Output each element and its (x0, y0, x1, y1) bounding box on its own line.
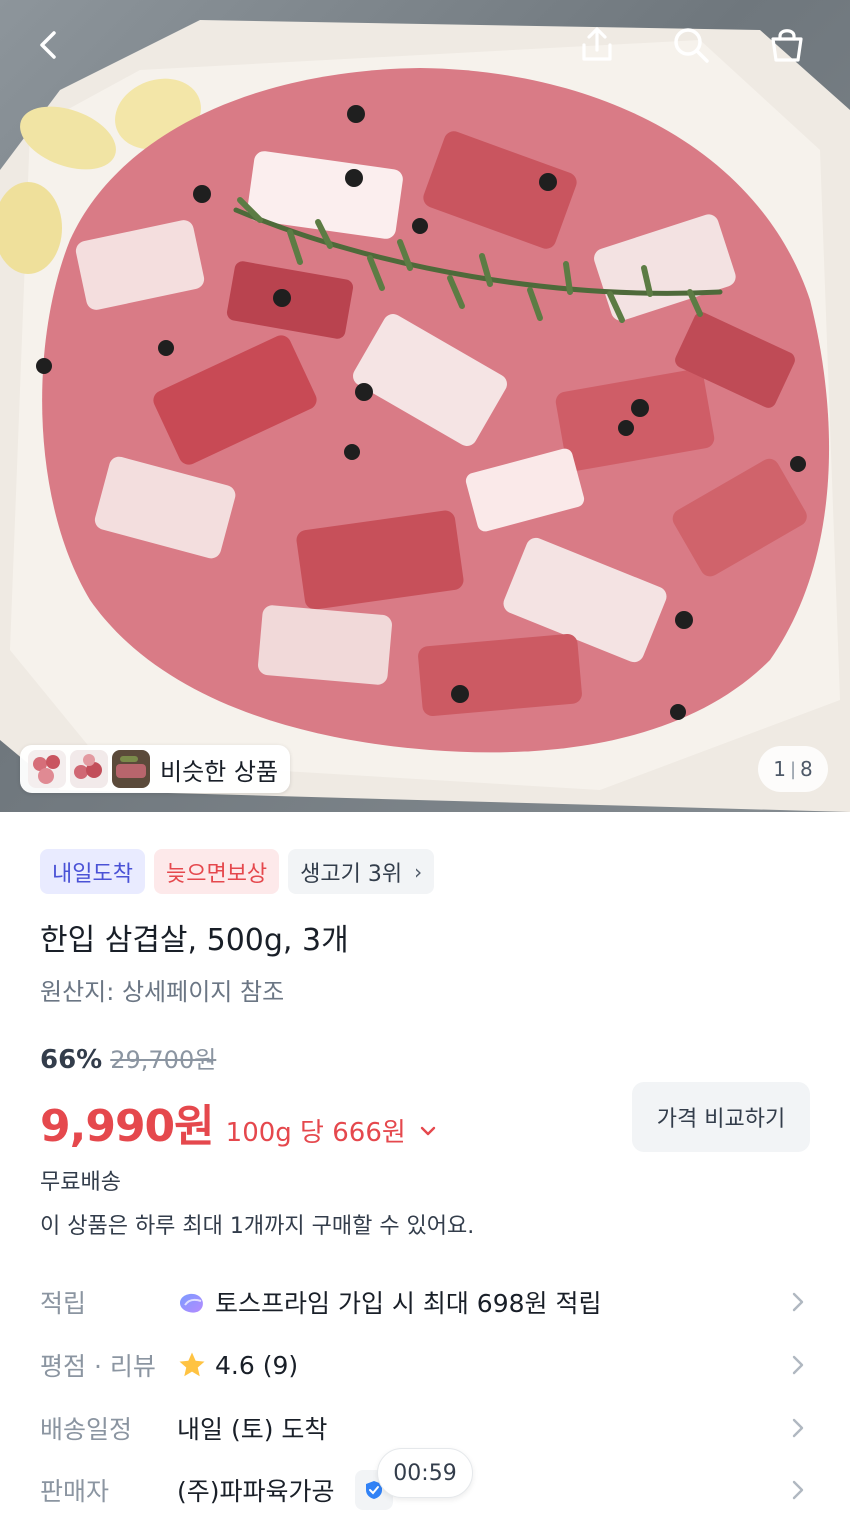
back-button[interactable] (22, 18, 76, 72)
share-button[interactable] (570, 18, 624, 72)
badge-tomorrow-delivery: 내일도착 (40, 849, 145, 894)
seller-name: (주)파파육가공 (177, 1477, 335, 1506)
image-counter-current: 1 (773, 757, 786, 781)
purchase-limit-notice: 이 상품은 하루 최대 1개까지 구매할 수 있어요. (40, 1214, 475, 1239)
shopping-bag-icon (771, 29, 803, 62)
image-counter-total: 8 (800, 757, 813, 781)
seller-value: (주)파파육가공 (177, 1470, 393, 1510)
rating-label: 평점 · 리뷰 (40, 1352, 156, 1381)
seller-label: 판매자 (40, 1477, 110, 1506)
search-icon (674, 28, 709, 63)
badge-category-rank-label: 생고기 3위 (300, 861, 403, 887)
discount-rate: 66% (40, 1045, 103, 1075)
toss-prime-icon (180, 1293, 203, 1313)
delivery-value: 내일 (토) 도착 (177, 1415, 328, 1444)
badge-late-compensation: 늦으면보상 (153, 849, 280, 894)
points-text: 토스프라임 가입 시 최대 698원 적립 (215, 1289, 602, 1318)
rating-value: 4.6 (9) (177, 1350, 298, 1380)
similar-product-thumbnail (28, 750, 66, 788)
product-image-carousel[interactable]: 비슷한 상품 1 | 8 (0, 0, 850, 812)
badge-row: 내일도착 늦으면보상 생고기 3위 › (40, 849, 435, 894)
unit-price-dropdown[interactable]: 100g 당 666원 (226, 1112, 438, 1149)
product-origin: 원산지: 상세페이지 참조 (40, 978, 285, 1006)
cart-button[interactable] (760, 18, 814, 72)
unit-price-label: 100g 당 666원 (225, 1118, 406, 1148)
top-navigation-bar (0, 0, 850, 90)
star-icon (179, 1352, 205, 1377)
points-row[interactable]: 적립 토스프라임 가입 시 최대 698원 적립 (0, 1274, 850, 1330)
chevron-right-icon (786, 1416, 810, 1440)
similar-product-thumbnail (112, 750, 150, 788)
rating-text: 4.6 (9) (215, 1350, 299, 1380)
product-title: 한입 삼겹살, 500g, 3개 (40, 923, 349, 958)
discount-row: 66% 29,700원 (40, 1040, 216, 1075)
share-icon (582, 27, 612, 61)
image-counter: 1 | 8 (758, 746, 828, 792)
chevron-down-icon (420, 1126, 435, 1135)
price-compare-button[interactable]: 가격 비교하기 (632, 1082, 810, 1152)
rating-review-row[interactable]: 평점 · 리뷰 4.6 (9) (0, 1337, 850, 1393)
badge-category-rank[interactable]: 생고기 3위 › (288, 849, 435, 894)
chevron-right-icon: › (414, 859, 423, 884)
points-value: 토스프라임 가입 시 최대 698원 적립 (177, 1284, 601, 1320)
back-arrow-icon (40, 31, 56, 59)
delivery-label: 배송일정 (40, 1415, 133, 1444)
chevron-right-icon (786, 1478, 810, 1502)
original-price: 29,700원 (110, 1046, 217, 1074)
floating-timer: 00:59 (377, 1448, 473, 1498)
price-row: 9,990원 100g 당 666원 (40, 1090, 438, 1154)
image-counter-separator: | (789, 758, 797, 780)
product-photo (0, 20, 850, 812)
search-button[interactable] (664, 18, 718, 72)
similar-products-button[interactable]: 비슷한 상품 (20, 745, 290, 793)
chevron-right-icon (786, 1290, 810, 1314)
similar-product-thumbnail (70, 750, 108, 788)
similar-products-label: 비슷한 상품 (160, 757, 279, 786)
chevron-right-icon (786, 1353, 810, 1377)
points-label: 적립 (40, 1289, 87, 1318)
sale-price: 9,990원 (40, 1101, 215, 1152)
free-shipping-label: 무료배송 (40, 1170, 121, 1195)
